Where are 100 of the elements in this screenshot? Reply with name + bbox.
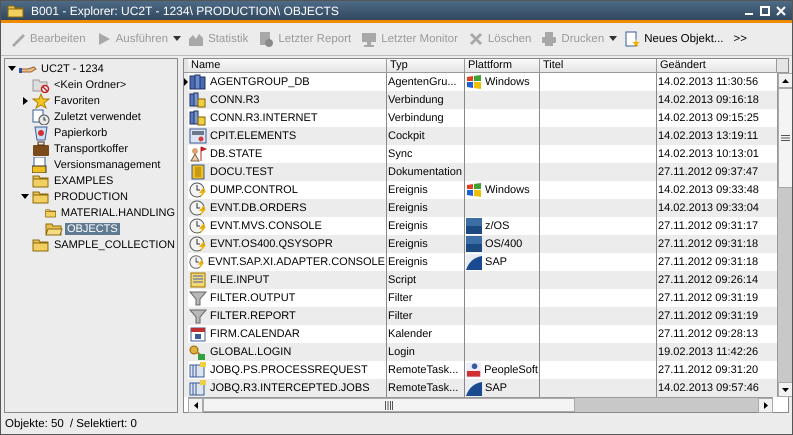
expand-arrow-icon[interactable]	[21, 97, 29, 105]
table-cell: EVNT.SAP.XI.ADAPTER.CONSOLE	[208, 256, 385, 268]
toolbar-button[interactable]: Neues Objekt...	[621, 29, 726, 49]
server-document-icon	[189, 110, 207, 126]
table-cell: 14.02.2013 11:30:56	[658, 76, 758, 88]
table-cell: CPIT.ELEMENTS	[210, 130, 296, 142]
arrow-up-icon	[782, 78, 789, 82]
tree-item[interactable]: UC2T - 1234	[39, 63, 106, 75]
clock-document-icon	[32, 109, 50, 125]
folder-icon	[32, 174, 50, 188]
suitcase-icon	[32, 141, 50, 157]
open-folder-icon	[45, 222, 63, 236]
table-cell: CONN.R3	[210, 94, 260, 106]
new-document-icon	[624, 31, 640, 47]
grip-icon	[385, 400, 393, 410]
tree-item[interactable]: Transportkoffer	[52, 143, 130, 155]
arrow-left-icon	[194, 402, 198, 409]
table-cell: Ereignis	[388, 202, 428, 214]
collapse-arrow-icon[interactable]	[21, 193, 29, 201]
table-cell: Kalender	[388, 328, 432, 340]
table-cell: EVNT.DB.ORDERS	[210, 202, 307, 214]
document-icon	[189, 164, 207, 180]
star-icon	[32, 93, 50, 109]
tree-item[interactable]: OBJECTS	[65, 223, 120, 235]
column-header[interactable]: Typ	[387, 59, 465, 73]
overflow-button[interactable]: >>	[730, 31, 750, 47]
server-group-icon	[189, 74, 207, 90]
horizontal-scrollbar[interactable]	[188, 397, 773, 412]
table-cell: 27.11.2012 09:28:13	[658, 328, 758, 340]
scroll-up-button[interactable]	[778, 73, 792, 88]
scroll-right-button[interactable]	[758, 398, 773, 413]
table-cell: Filter	[388, 292, 412, 304]
table-cell: RemoteTask...	[388, 382, 458, 394]
arrow-right-icon	[764, 402, 768, 409]
vertical-scrollbar[interactable]	[777, 73, 792, 397]
table-cell: 14.02.2013 09:57:46	[658, 382, 759, 394]
scroll-down-button[interactable]	[778, 382, 792, 397]
window-title: B001 - Explorer: UC2T - 1234\ PRODUCTION\ OBJECTS	[31, 4, 340, 18]
table-cell: FILE.INPUT	[210, 274, 270, 286]
close-icon[interactable]	[776, 6, 786, 16]
report-icon	[258, 31, 274, 47]
tree-item[interactable]: EXAMPLES	[52, 175, 116, 187]
pencil-icon	[10, 31, 26, 47]
status-text: Objekte: 50	[5, 418, 64, 430]
table-cell: 27.11.2012 09:31:18	[658, 238, 758, 250]
tree-item[interactable]: SAMPLE_COLLECTION	[52, 239, 177, 251]
tree-item[interactable]: Papierkorb	[52, 127, 110, 139]
table-cell: 14.02.2013 10:13:01	[658, 148, 759, 160]
table-cell: OS/400	[485, 238, 522, 250]
tree-item[interactable]: Zuletzt verwendet	[52, 111, 143, 123]
monitor-icon	[361, 31, 378, 47]
column-header[interactable]: Plattform	[465, 59, 540, 73]
folder-icon	[32, 77, 50, 93]
tree-item[interactable]: Favoriten	[52, 95, 102, 107]
dashboard-icon	[189, 128, 207, 144]
column-header	[777, 59, 788, 73]
table-cell: DB.STATE	[210, 148, 262, 160]
column-header[interactable]: Titel	[540, 59, 657, 73]
status-text: / Selektiert: 0	[70, 418, 137, 430]
table-cell: RemoteTask...	[388, 364, 458, 376]
folder-icon	[7, 4, 25, 18]
tree-item[interactable]: Versionsmanagement	[52, 159, 162, 171]
column-header[interactable]: Geändert	[657, 59, 777, 73]
tree-item[interactable]: PRODUCTION	[52, 191, 130, 203]
table-cell: Windows	[485, 184, 530, 196]
key-icon	[189, 344, 207, 360]
peoplesoft-logo-icon	[466, 362, 482, 378]
table-cell: z/OS	[485, 220, 510, 232]
tree-item[interactable]: MATERIAL.HANDLING	[58, 207, 177, 219]
table-cell: Filter	[388, 310, 412, 322]
scroll-left-button[interactable]	[188, 398, 203, 413]
table-cell: 27.11.2012 09:37:47	[658, 166, 758, 178]
table-cell: CONN.R3.INTERNET	[210, 112, 318, 124]
table-cell: EVNT.OS400.QSYSOPR	[210, 238, 333, 250]
table-cell: 14.02.2013 09:15:25	[658, 112, 759, 124]
maximize-icon[interactable]	[760, 6, 770, 16]
table-cell: Verbindung	[388, 94, 444, 106]
script-icon	[189, 272, 207, 288]
scrollbar-thumb[interactable]	[203, 398, 575, 412]
arrow-down-icon	[782, 388, 789, 392]
trash-icon	[32, 125, 50, 141]
tree-item[interactable]: <Kein Ordner>	[52, 79, 128, 91]
table-cell: SAP	[485, 256, 508, 268]
table-cell: Ereignis	[388, 184, 428, 196]
table-cell: PeopleSoft	[484, 364, 538, 376]
collapse-arrow-icon[interactable]	[8, 65, 16, 73]
table-cell: FILTER.REPORT	[210, 310, 296, 322]
table-cell: 14.02.2013 09:33:48	[658, 184, 759, 196]
table-cell: FILTER.OUTPUT	[210, 292, 296, 304]
table-cell: SAP	[485, 382, 508, 394]
table-cell: Ereignis	[388, 220, 428, 232]
table-cell: DUMP.CONTROL	[210, 184, 298, 196]
table-cell: Login	[388, 346, 415, 358]
table-cell: AgentenGru...	[388, 76, 456, 88]
server-document-icon	[189, 92, 207, 108]
table-cell: EVNT.MVS.CONSOLE	[210, 220, 322, 232]
column-header[interactable]: Name	[188, 59, 387, 73]
delete-icon	[468, 31, 484, 47]
scrollbar-thumb[interactable]	[778, 88, 792, 188]
table-cell: GLOBAL.LOGIN	[210, 346, 292, 358]
